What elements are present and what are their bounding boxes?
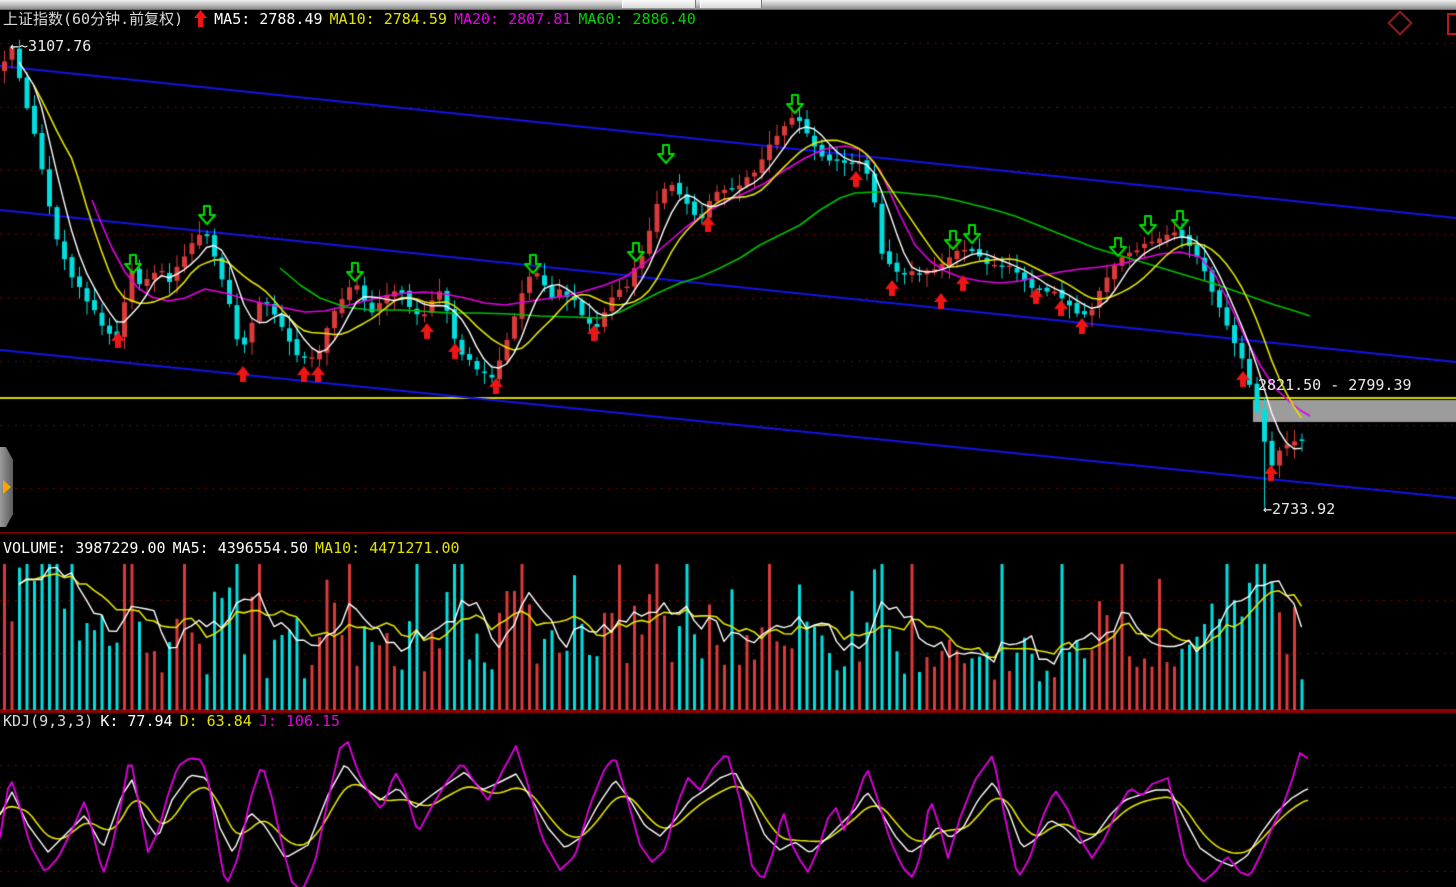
kdj-k-value: K: 77.94 [100,712,172,730]
low-price-label: ←2733.92 [1263,500,1335,518]
ma60-value: MA60: 2886.40 [578,10,695,28]
main-chart-header: 上证指数(60分钟.前复权) MA5: 2788.49 MA10: 2784.59 M… [3,10,703,32]
sidebar-expand-handle[interactable] [0,447,13,527]
volume-value: VOLUME: 3987229.00 [3,539,166,557]
top-scrollbar[interactable] [0,0,1456,10]
expand-arrow-icon [3,480,11,494]
volume-panel-header: VOLUME: 3987229.00 MA5: 4396554.50 MA10: 4… [3,539,467,558]
scrollbar-thumb[interactable] [700,0,762,8]
scrollbar-thumb[interactable] [622,0,696,8]
kdj-panel-header: KDJ(9,3,3) K: 77.94 D: 63.84 J: 106.15 [3,712,347,731]
instrument-title: 上证指数(60分钟.前复权) [3,10,183,28]
ma20-value: MA20: 2807.81 [454,10,571,28]
ma10-value: MA10: 2784.59 [330,10,447,28]
kdj-j-value: J: 106.15 [259,712,340,730]
trading-app-window: { "header": { "title": "上证指数(60分钟.前复权)",… [0,0,1456,887]
ma5-value: MA5: 2788.49 [214,10,322,28]
price-range-tooltip: 2821.50 - 2799.39 [1258,376,1412,394]
edge-box-icon [1447,13,1456,35]
volume-ma5-value: MA5: 4396554.50 [173,539,308,557]
kdj-d-value: D: 63.84 [180,712,252,730]
kdj-name: KDJ(9,3,3) [3,712,93,730]
volume-ma10-value: MA10: 4471271.00 [315,539,460,557]
chart-canvas [0,0,1456,887]
up-arrow-icon [194,10,207,32]
high-price-label: ←~3107.76 [10,37,91,55]
